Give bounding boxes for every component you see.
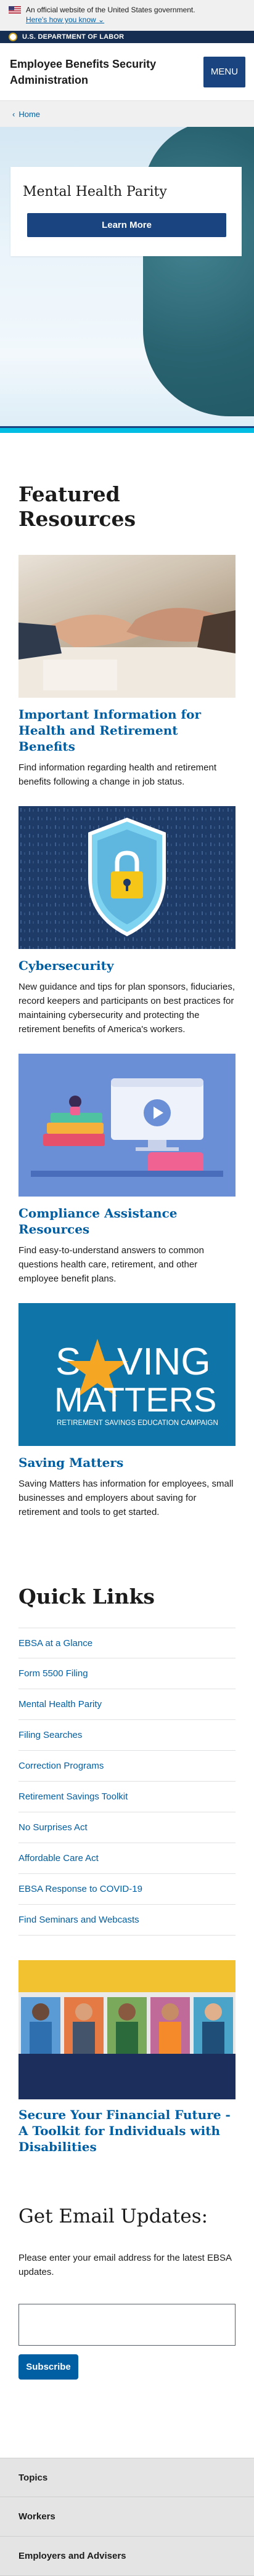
- quick-link[interactable]: EBSA at a Glance: [18, 1628, 236, 1658]
- agency-bar: U.S. DEPARTMENT OF LABOR: [0, 31, 254, 43]
- agency-label[interactable]: U.S. DEPARTMENT OF LABOR: [22, 33, 124, 41]
- card-description: Saving Matters has information for emplo…: [18, 1479, 234, 1517]
- compliance-illustration-image[interactable]: [18, 1054, 236, 1197]
- quick-link[interactable]: Filing Searches: [18, 1720, 236, 1751]
- footer-nav: Topics Workers Employers and Advisers: [0, 2458, 254, 2576]
- quick-link[interactable]: Form 5500 Filing: [18, 1658, 236, 1689]
- hero-card: Mental Health Parity Learn More: [10, 167, 242, 256]
- site-title[interactable]: Employee Benefits Security Administratio…: [10, 56, 182, 88]
- saving-matters-logo[interactable]: S VING MATTERS RETIREMENT SAVINGS EDUCAT…: [18, 1303, 236, 1446]
- toolkit-title-link[interactable]: Secure Your Financial Future - A Toolkit…: [18, 2107, 236, 2155]
- gov-banner-text: An official website of the United States…: [26, 6, 195, 14]
- breadcrumb-home-link[interactable]: Home: [18, 110, 40, 119]
- learn-more-button[interactable]: Learn More: [27, 213, 226, 237]
- featured-resources: Featured Resources Important Information…: [0, 433, 254, 1519]
- card-description: Find information regarding health and re…: [18, 762, 217, 787]
- card-title-link[interactable]: Compliance Assistance Resources: [18, 1205, 236, 1237]
- quick-links: Quick Links EBSA at a Glance Form 5500 F…: [0, 1536, 254, 2155]
- how-you-know-label: Here's how you know: [26, 15, 96, 24]
- quick-link[interactable]: Mental Health Parity: [18, 1689, 236, 1720]
- subscribe-button[interactable]: Subscribe: [18, 2354, 78, 2380]
- menu-button[interactable]: MENU: [203, 56, 245, 87]
- quick-link[interactable]: Affordable Care Act: [18, 1843, 236, 1874]
- resource-card: Compliance Assistance Resources Find eas…: [18, 1054, 236, 1286]
- card-title-link[interactable]: Important Information for Health and Ret…: [18, 706, 236, 754]
- disability-toolkit-image[interactable]: [18, 1960, 236, 2099]
- quick-link[interactable]: No Surprises Act: [18, 1812, 236, 1843]
- card-title-link[interactable]: Cybersecurity: [18, 958, 236, 974]
- quick-link[interactable]: EBSA Response to COVID-19: [18, 1874, 236, 1905]
- email-heading: Get Email Updates:: [18, 2205, 208, 2227]
- svg-text:MATTERS: MATTERS: [54, 1380, 216, 1419]
- svg-text:RETIREMENT SAVINGS EDUCATION C: RETIREMENT SAVINGS EDUCATION CAMPAIGN: [57, 1419, 218, 1427]
- email-signup: Get Email Updates: Please enter your ema…: [0, 2155, 254, 2380]
- gov-banner: An official website of the United States…: [0, 0, 254, 31]
- quick-links-heading: Quick Links: [18, 1585, 155, 1609]
- hero-banner: Mental Health Parity Learn More: [0, 127, 254, 433]
- dol-seal-icon: [9, 33, 17, 41]
- quick-links-list: EBSA at a Glance Form 5500 Filing Mental…: [18, 1628, 236, 1936]
- footer-item-workers[interactable]: Workers: [0, 2497, 254, 2537]
- hero-accent-stripe: [0, 428, 254, 433]
- how-you-know-link[interactable]: Here's how you know ⌄: [26, 15, 245, 25]
- featured-heading: Featured Resources: [18, 482, 136, 531]
- quick-link[interactable]: Correction Programs: [18, 1751, 236, 1782]
- footer-item-topics[interactable]: Topics: [0, 2458, 254, 2497]
- svg-text:VING: VING: [117, 1341, 211, 1383]
- card-description: Find easy-to-understand answers to commo…: [18, 1245, 204, 1284]
- us-flag-icon: [9, 6, 21, 14]
- hero-title: Mental Health Parity: [23, 184, 167, 200]
- cybersecurity-image[interactable]: [18, 806, 236, 949]
- resource-card: Cybersecurity New guidance and tips for …: [18, 806, 236, 1036]
- chevron-down-icon: ⌄: [98, 15, 105, 24]
- quick-link[interactable]: Retirement Savings Toolkit: [18, 1782, 236, 1812]
- email-field[interactable]: [18, 2304, 236, 2346]
- chevron-left-icon: ‹: [12, 109, 15, 119]
- quick-link[interactable]: Find Seminars and Webcasts: [18, 1905, 236, 1936]
- email-description: Please enter your email address for the …: [18, 2253, 232, 2277]
- card-description: New guidance and tips for plan sponsors,…: [18, 982, 236, 1035]
- handshake-image[interactable]: [18, 555, 236, 698]
- site-header: Employee Benefits Security Administratio…: [0, 43, 254, 101]
- resource-card: Important Information for Health and Ret…: [18, 555, 236, 789]
- card-title-link[interactable]: Saving Matters: [18, 1455, 236, 1471]
- breadcrumb: ‹ Home: [0, 101, 254, 127]
- footer-item-employers[interactable]: Employers and Advisers: [0, 2537, 254, 2576]
- resource-card: S VING MATTERS RETIREMENT SAVINGS EDUCAT…: [18, 1303, 236, 1519]
